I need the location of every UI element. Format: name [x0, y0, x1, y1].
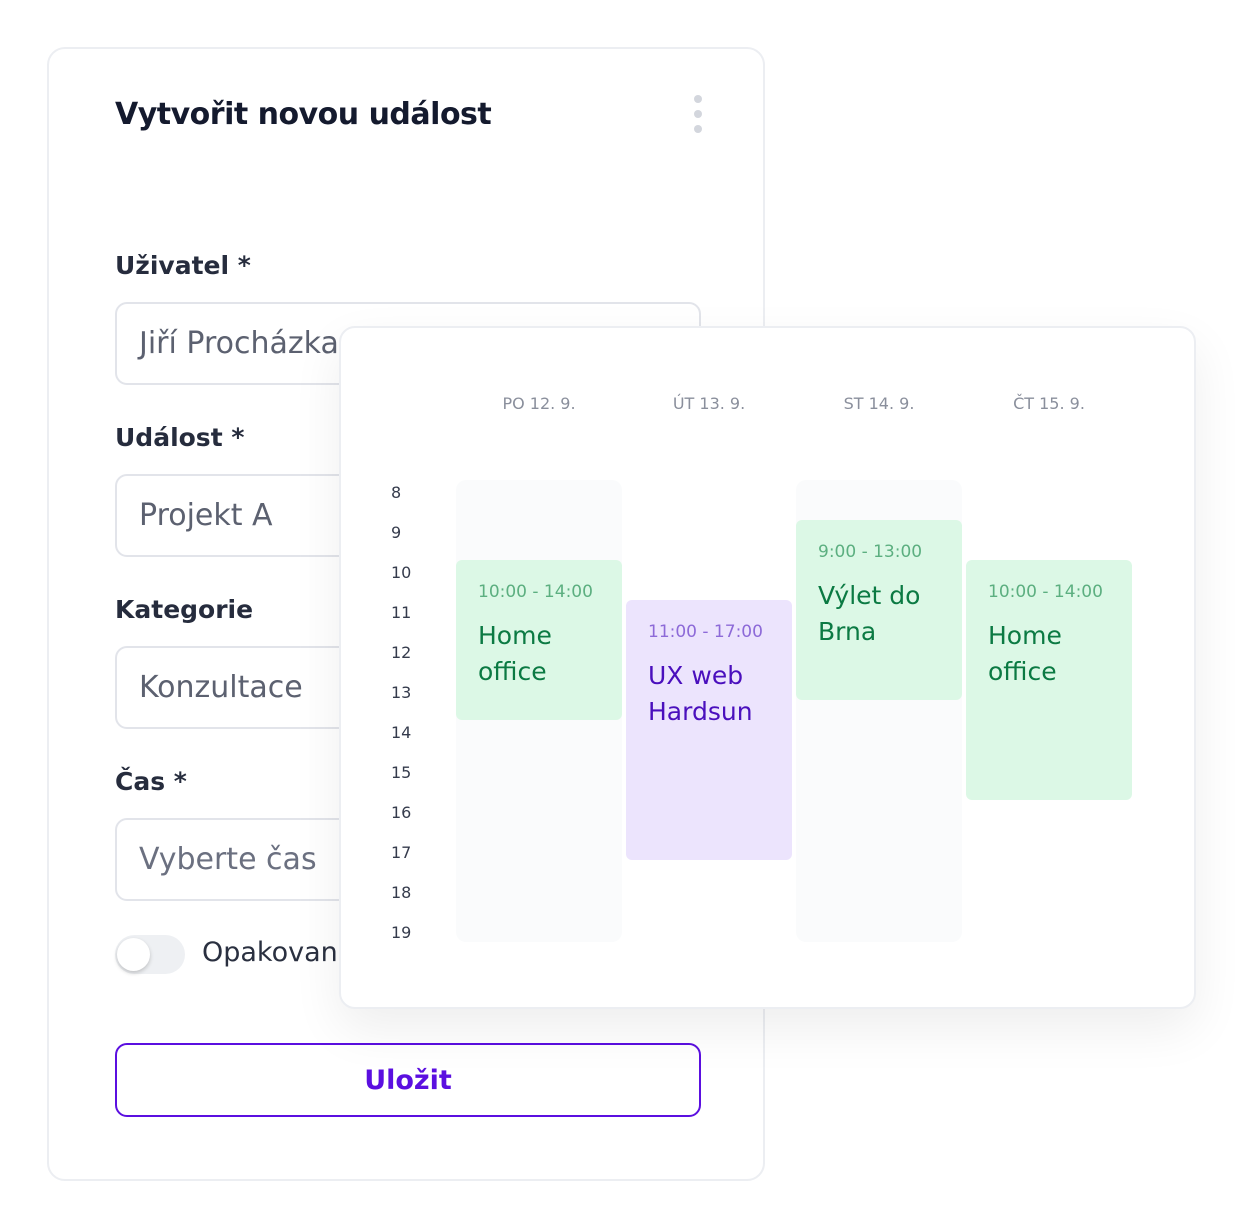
event-label: Událost *: [115, 423, 245, 452]
page-title: Vytvořit novou událost: [115, 97, 492, 132]
category-label: Kategorie: [115, 595, 254, 624]
save-button[interactable]: Uložit: [115, 1043, 701, 1117]
day-header: PO 12. 9.: [502, 394, 576, 413]
event-time: 9:00 - 13:00: [818, 542, 923, 562]
hour-label: 10: [391, 563, 412, 582]
calendar-card: PO 12. 9. ÚT 13. 9. ST 14. 9. ČT 15. 9. 8 9 10…: [339, 326, 1196, 1009]
event-card[interactable]: 10:00 - 14:00 Home office: [456, 560, 622, 720]
user-label: Uživatel *: [115, 251, 251, 280]
hour-label: 9: [391, 523, 402, 542]
hour-label: 11: [391, 603, 412, 622]
event-card[interactable]: 11:00 - 17:00 UX web Hardsun: [626, 600, 792, 860]
event-time: 10:00 - 14:00: [478, 582, 593, 602]
hour-label: 17: [391, 843, 412, 862]
day-header: ST 14. 9.: [843, 394, 915, 413]
hour-label: 19: [391, 923, 412, 942]
hour-label: 13: [391, 683, 412, 702]
repeat-label: Opakovaná: [202, 937, 355, 968]
hour-label: 14: [391, 723, 412, 742]
time-label: Čas *: [115, 767, 187, 796]
event-name: Home office: [988, 621, 1062, 686]
day-header: ČT 15. 9.: [1013, 394, 1085, 413]
more-options-icon[interactable]: [693, 95, 703, 133]
event-card[interactable]: 9:00 - 13:00 Výlet do Brna: [796, 520, 962, 700]
event-card[interactable]: 10:00 - 14:00 Home office: [966, 560, 1132, 800]
hour-label: 15: [391, 763, 412, 782]
event-name: Výlet do Brna: [818, 581, 921, 646]
event-time: 10:00 - 14:00: [988, 582, 1103, 602]
hour-label: 16: [391, 803, 412, 822]
event-time: 11:00 - 17:00: [648, 622, 763, 642]
hour-label: 8: [391, 483, 402, 502]
day-header: ÚT 13. 9.: [672, 394, 746, 413]
event-name: Home office: [478, 621, 552, 686]
hour-label: 12: [391, 643, 412, 662]
event-name: UX web Hardsun: [648, 661, 753, 726]
hour-label: 18: [391, 883, 412, 902]
repeat-toggle[interactable]: [115, 935, 185, 974]
